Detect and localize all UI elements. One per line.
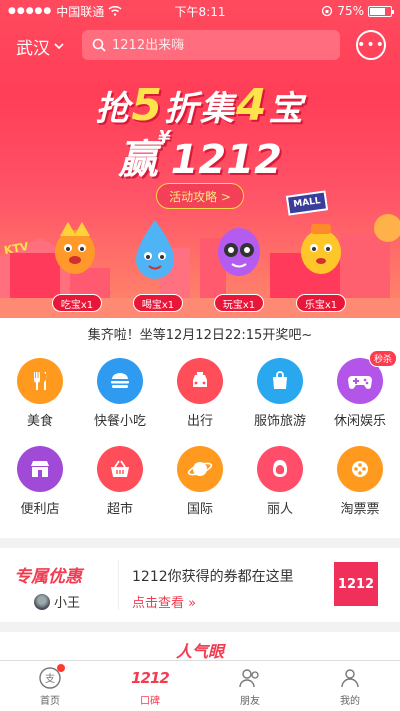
drink-treasure-badge: 喝宝x1: [133, 294, 183, 312]
category-fast-food[interactable]: 快餐小吃: [80, 358, 160, 429]
drink-mascot-icon[interactable]: [128, 218, 182, 280]
tab-logo-text: 1212: [131, 669, 170, 687]
home-icon: 支: [37, 664, 65, 690]
ellipsis-icon: •••: [357, 37, 385, 53]
headline-char: 宝: [268, 89, 305, 129]
category-label: 丽人: [266, 502, 293, 517]
eat-mascot-icon[interactable]: [48, 218, 102, 280]
view-coupons-link[interactable]: 点击查看 »: [132, 592, 196, 611]
category-label: 美食: [26, 414, 53, 429]
tab-label: 我的: [340, 696, 360, 707]
activity-guide-button[interactable]: 活动攻略 >: [156, 183, 244, 209]
chevron-down-icon: [54, 43, 64, 50]
clock: 下午8:11: [174, 4, 226, 19]
coupon-description: 1212你获得的券都在这里: [132, 569, 294, 585]
category-international[interactable]: 国际: [160, 446, 240, 517]
headline-currency: ¥: [158, 127, 171, 148]
tab-label: 首页: [40, 696, 60, 707]
tab-home[interactable]: 支 首页: [0, 661, 100, 711]
shopping-bag-icon: [257, 358, 303, 404]
category-convenience-store[interactable]: 便利店: [0, 446, 80, 517]
fun-mascot-icon[interactable]: [294, 218, 348, 280]
tab-friends[interactable]: 朋友: [200, 661, 300, 711]
city-label: 武汉: [16, 39, 50, 59]
store-icon: [17, 446, 63, 492]
exclusive-coupon-banner[interactable]: 专属优惠 小王 1212你获得的券都在这里 点击查看 » 1212: [0, 548, 400, 622]
cutlery-icon: [17, 358, 63, 404]
category-label: 快餐小吃: [93, 414, 146, 429]
promo-headline: 抢5折集4宝 赢¥1212: [0, 80, 400, 185]
treasure-badges: 吃宝x1 喝宝x1 玩宝x1 乐宝x1: [0, 294, 400, 314]
planet-icon: [177, 446, 223, 492]
popular-section-header: 人气眼: [0, 632, 400, 662]
tab-koubei[interactable]: 1212 口碑: [100, 661, 200, 711]
headline-number: 4: [236, 80, 269, 131]
user-info: 小王: [34, 592, 80, 611]
1212-logo: 1212: [334, 562, 378, 606]
exclusive-offer-title: 专属优惠: [14, 567, 82, 587]
eat-treasure-badge: 吃宝x1: [52, 294, 102, 312]
mascot-row: [0, 218, 400, 288]
tab-label: 朋友: [240, 696, 260, 707]
category-supermarket[interactable]: 超市: [80, 446, 160, 517]
category-label: 国际: [186, 502, 213, 517]
top-bar: 武汉 •••: [0, 30, 400, 62]
category-label: 服饰旅游: [253, 414, 306, 429]
status-bar: ●●●●● 中国联通 下午8:11 75%: [0, 0, 400, 22]
divider: [118, 560, 119, 610]
notification-dot: [57, 664, 65, 672]
headline-amount: 1212: [170, 137, 282, 183]
battery-level-fill: [370, 7, 385, 15]
category-grid: 美食 快餐小吃 出行 服饰旅游 秒杀 休闲娱乐 便利店 超市 国际 丽人 淘票票: [0, 350, 400, 538]
section-title: 人气眼: [175, 642, 224, 661]
play-mascot-icon[interactable]: [212, 218, 266, 280]
category-fashion-travel[interactable]: 服饰旅游: [240, 358, 320, 429]
headline-number: 5: [131, 80, 164, 131]
taxi-icon: [177, 358, 223, 404]
search-icon: [92, 38, 106, 52]
draw-countdown-text: 集齐啦！坐等12月12日22:15开奖吧~: [0, 318, 400, 354]
category-label: 便利店: [20, 502, 60, 517]
friends-icon: [237, 666, 263, 690]
category-label: 淘票票: [340, 502, 380, 517]
avatar: [34, 593, 50, 610]
headline-char: 折集: [164, 89, 236, 129]
koubei-1212-icon: 1212: [131, 666, 170, 690]
search-bar[interactable]: [82, 30, 340, 60]
search-input[interactable]: [112, 37, 312, 53]
category-travel[interactable]: 出行: [160, 358, 240, 429]
category-label: 超市: [106, 502, 133, 517]
headline-char: 抢: [95, 89, 132, 129]
tab-label: 口碑: [140, 696, 160, 707]
play-treasure-badge: 玩宝x1: [214, 294, 264, 312]
category-leisure[interactable]: 秒杀 休闲娱乐: [320, 350, 400, 429]
battery-icon: [368, 5, 394, 17]
bottom-tab-bar: 支 首页 1212 口碑 朋友 我的: [0, 660, 400, 711]
gamepad-icon: 秒杀: [337, 350, 397, 404]
tab-profile[interactable]: 我的: [300, 661, 400, 711]
category-label: 出行: [186, 414, 213, 429]
profile-icon: [337, 666, 363, 690]
headline-win: 赢: [118, 137, 159, 183]
category-movie-tickets[interactable]: 淘票票: [320, 446, 400, 517]
woman-icon: [257, 446, 303, 492]
fun-treasure-badge: 乐宝x1: [296, 294, 346, 312]
category-food[interactable]: 美食: [0, 358, 80, 429]
film-reel-icon: [337, 446, 383, 492]
basket-icon: [97, 446, 143, 492]
category-label: 休闲娱乐: [333, 414, 386, 429]
category-beauty[interactable]: 丽人: [240, 446, 320, 517]
more-options-button[interactable]: •••: [356, 30, 386, 60]
flash-sale-tag: 秒杀: [368, 350, 397, 367]
svg-text:支: 支: [45, 673, 55, 685]
burger-icon: [97, 358, 143, 404]
app-screen: 抢5折集4宝 赢¥1212 活动攻略 > MALL KTV 吃宝x1 喝宝x1 …: [0, 0, 400, 711]
city-selector[interactable]: 武汉: [16, 34, 64, 59]
user-name: 小王: [54, 596, 81, 611]
